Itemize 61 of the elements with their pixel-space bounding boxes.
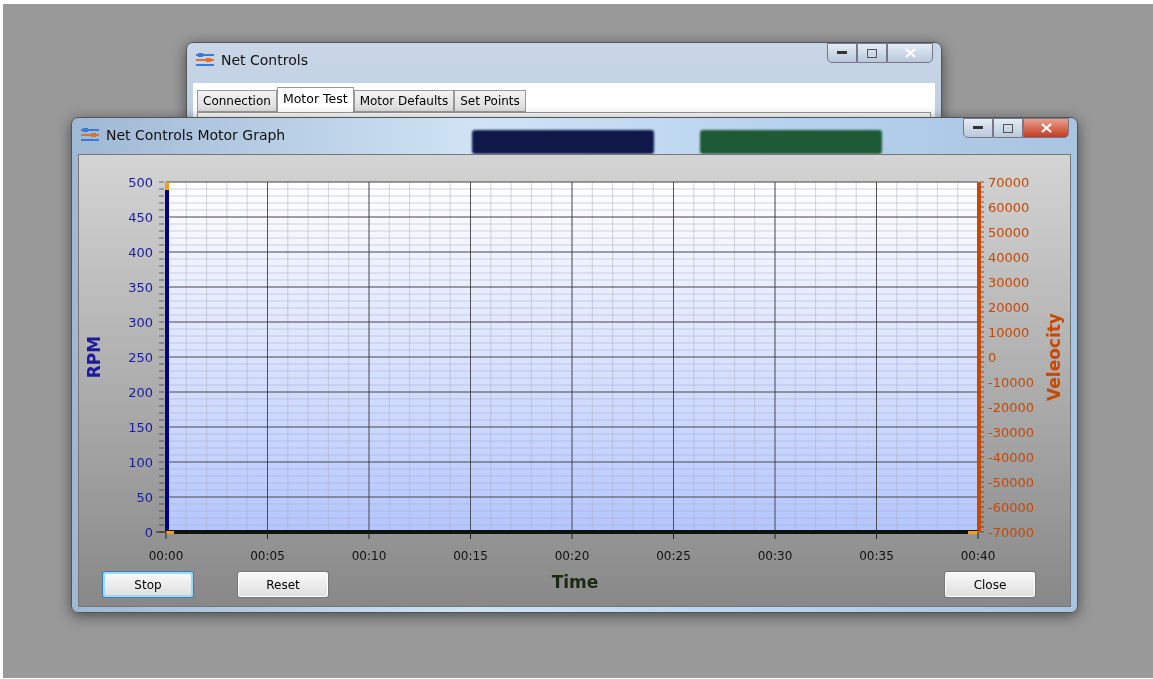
reset-button[interactable]: Reset bbox=[237, 571, 329, 598]
velocity-tick-label: -20000 bbox=[988, 400, 1035, 415]
minimize-button[interactable] bbox=[963, 118, 993, 138]
time-tick-label: 00:20 bbox=[554, 549, 590, 563]
velocity-tick-label: 60000 bbox=[988, 200, 1030, 215]
maximize-icon bbox=[867, 48, 877, 58]
velocity-tick-label: -70000 bbox=[988, 525, 1035, 540]
window-title: Net Controls Motor Graph bbox=[106, 127, 286, 143]
velocity-tick-label: 10000 bbox=[988, 325, 1030, 340]
maximize-button[interactable] bbox=[993, 118, 1023, 138]
rpm-tick-label: 0 bbox=[144, 525, 153, 540]
velocity-tick-label: 30000 bbox=[988, 275, 1030, 290]
velocity-tick-label: 50000 bbox=[988, 225, 1030, 240]
close-button[interactable] bbox=[1023, 118, 1069, 138]
rpm-tick-label: 100 bbox=[128, 455, 153, 470]
minimize-icon bbox=[837, 51, 847, 55]
time-tick-label: 00:25 bbox=[656, 549, 691, 563]
rpm-tick-label: 50 bbox=[136, 490, 153, 505]
time-tick-label: 00:00 bbox=[148, 549, 184, 563]
close-icon bbox=[904, 48, 916, 58]
maximize-button[interactable] bbox=[857, 43, 887, 63]
velocity-axis-title: Veleocity bbox=[1044, 313, 1064, 401]
rpm-tick-label: 300 bbox=[128, 315, 153, 330]
time-tick-label: 00:05 bbox=[250, 549, 285, 563]
stop-button[interactable]: Stop bbox=[102, 571, 194, 598]
velocity-tick-label: 0 bbox=[988, 350, 997, 365]
velocity-tick-label: 20000 bbox=[988, 300, 1030, 315]
rpm-tick-label: 500 bbox=[128, 175, 153, 190]
rpm-tick-label: 200 bbox=[128, 385, 153, 400]
maximize-icon bbox=[1003, 123, 1013, 133]
tab[interactable]: Motor Test bbox=[276, 87, 354, 112]
velocity-tick-label: -30000 bbox=[988, 425, 1035, 440]
tab[interactable]: Motor Defaults bbox=[353, 90, 455, 112]
rpm-tick-label: 400 bbox=[128, 245, 153, 260]
time-tick-label: 00:40 bbox=[960, 549, 996, 563]
velocity-tick-label: 70000 bbox=[988, 175, 1030, 190]
velocity-tick-label: -50000 bbox=[988, 475, 1035, 490]
rpm-tick-label: 450 bbox=[128, 210, 153, 225]
window-title: Net Controls bbox=[221, 52, 308, 68]
velocity-tick-label: -10000 bbox=[988, 375, 1035, 390]
velocity-tick-label: 40000 bbox=[988, 250, 1030, 265]
tab[interactable]: Connection bbox=[197, 90, 277, 112]
app-icon bbox=[195, 52, 215, 68]
rpm-tick-label: 150 bbox=[128, 420, 153, 435]
rpm-tick-label: 250 bbox=[128, 350, 153, 365]
time-tick-label: 00:10 bbox=[351, 549, 387, 563]
time-tick-label: 00:15 bbox=[453, 549, 488, 563]
close-icon bbox=[1040, 123, 1052, 133]
minimize-button[interactable] bbox=[827, 43, 857, 63]
time-tick-label: 00:30 bbox=[757, 549, 793, 563]
close-button[interactable]: Close bbox=[944, 571, 1036, 598]
rpm-tick-label: 350 bbox=[128, 280, 153, 295]
close-button[interactable] bbox=[887, 43, 933, 63]
tab[interactable]: Set Points bbox=[454, 90, 526, 112]
velocity-tick-label: -40000 bbox=[988, 450, 1035, 465]
minimize-icon bbox=[973, 126, 983, 130]
rpm-axis-title: RPM bbox=[84, 335, 104, 379]
time-tick-label: 00:35 bbox=[859, 549, 894, 563]
app-icon bbox=[80, 127, 100, 143]
time-axis-title: Time bbox=[551, 572, 599, 592]
velocity-tick-label: -60000 bbox=[988, 500, 1035, 515]
